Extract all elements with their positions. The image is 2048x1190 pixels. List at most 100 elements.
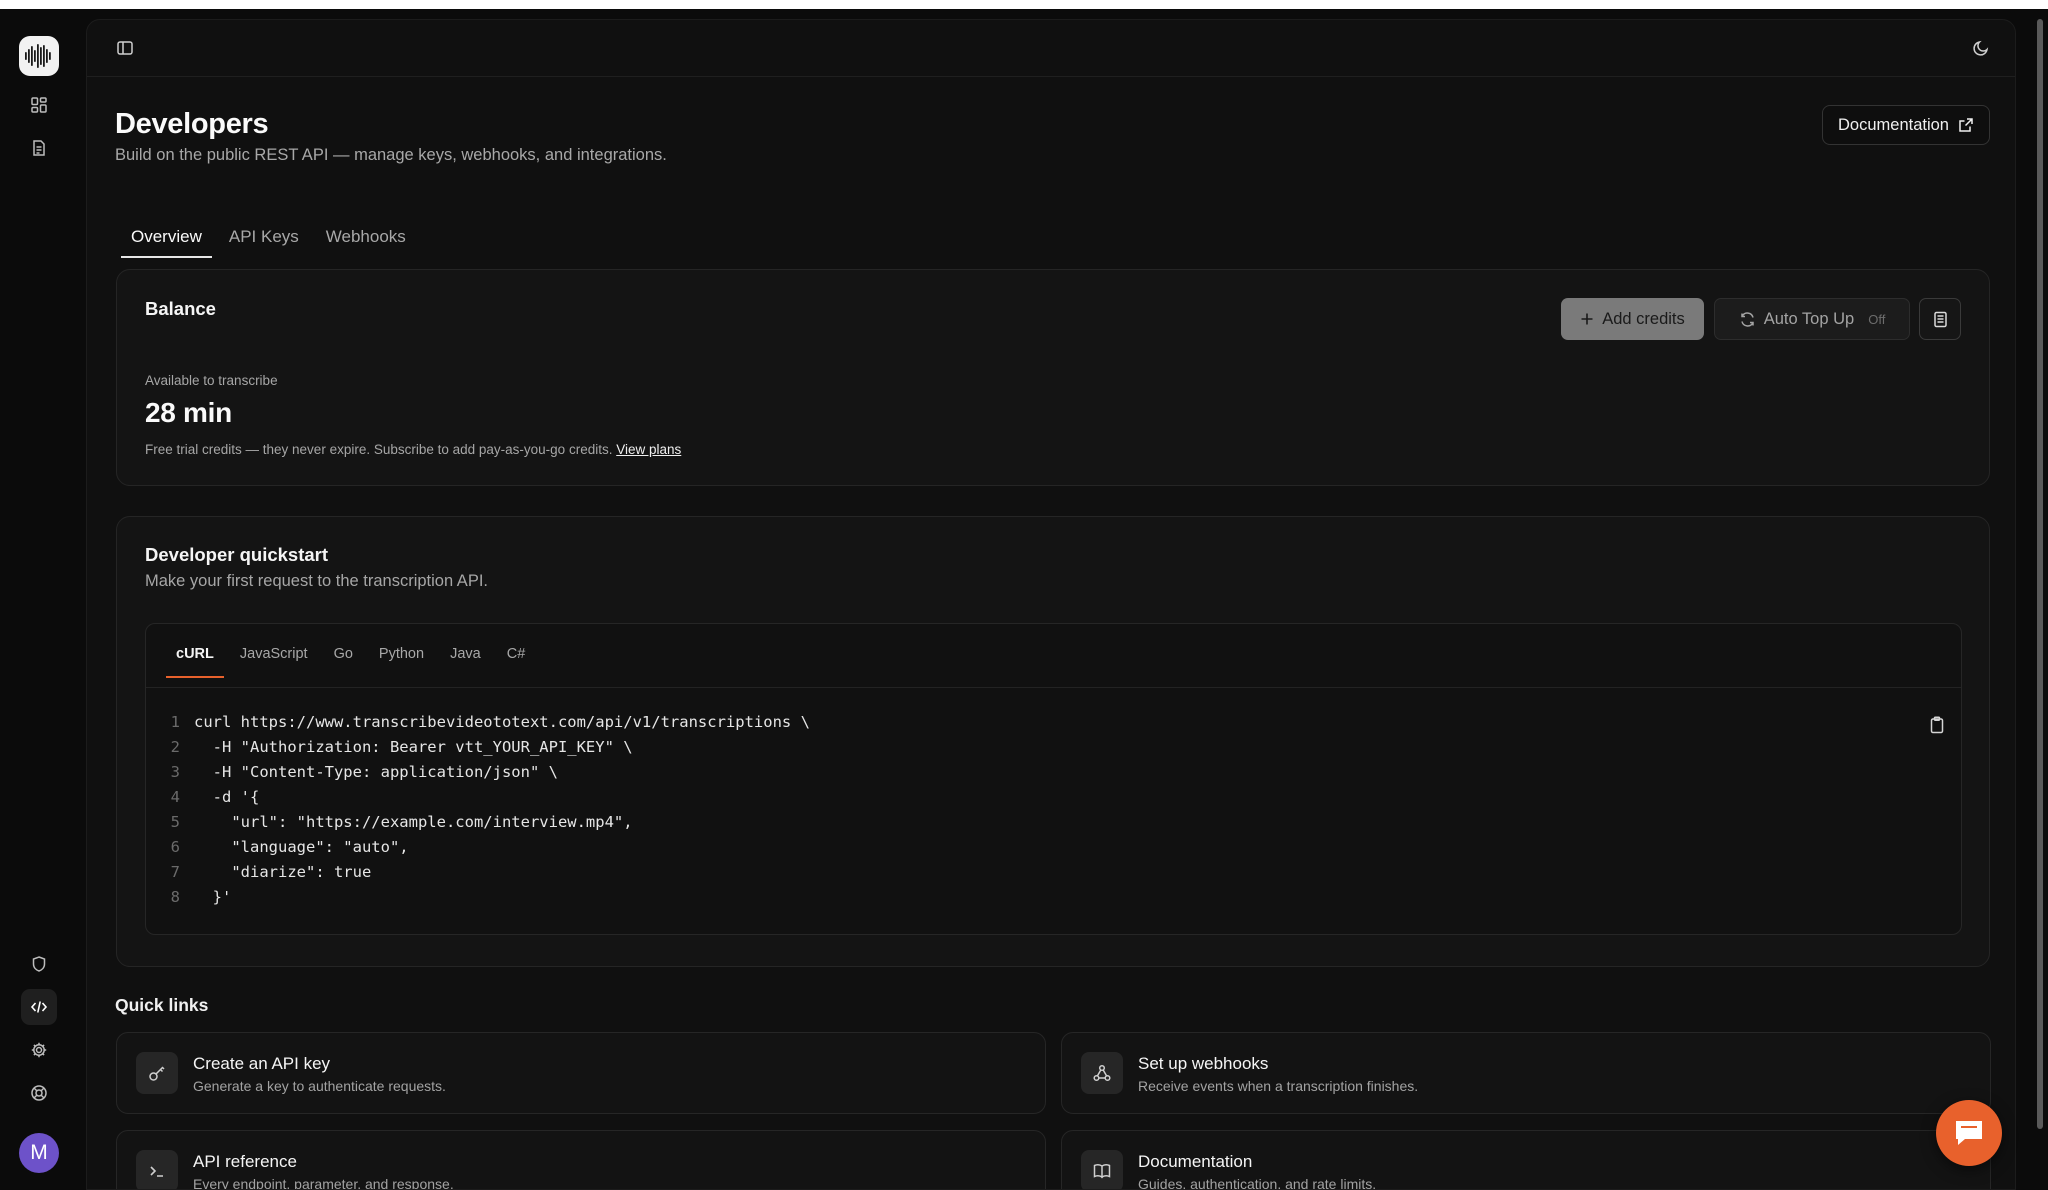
page-title: Developers: [115, 108, 269, 140]
gear-icon: [31, 1042, 47, 1058]
chat-support-button[interactable]: [1936, 1100, 2002, 1166]
code-line: 2 -H "Authorization: Bearer vtt_YOUR_API…: [146, 738, 1961, 763]
page-subtitle: Build on the public REST API — manage ke…: [115, 146, 667, 164]
quick-link-create-api-key[interactable]: Create an API key Generate a key to auth…: [116, 1032, 1046, 1114]
code-line: 4 -d '{: [146, 788, 1961, 813]
nav-support[interactable]: [21, 1075, 57, 1111]
code-text: "language": "auto",: [194, 838, 409, 856]
code-text: "url": "https://example.com/interview.mp…: [194, 813, 633, 831]
code-block: 1 curl https://www.transcribevideototext.…: [146, 713, 1961, 913]
quick-link-name: Create an API key: [193, 1054, 331, 1073]
avatar-initial: M: [30, 1141, 48, 1164]
nav-documents[interactable]: [21, 130, 57, 166]
quick-link-desc: Every endpoint, parameter, and response.: [193, 1176, 454, 1190]
code-text: }': [194, 888, 232, 906]
line-number: 6: [170, 838, 180, 856]
waveform-icon: [25, 44, 51, 68]
code-line: 8 }': [146, 888, 1961, 913]
nav-dashboard[interactable]: [21, 87, 57, 123]
nav-developers[interactable]: [21, 989, 57, 1025]
lifebuoy-icon: [31, 1085, 47, 1101]
document-icon: [33, 140, 45, 156]
balance-amount: 28 min: [145, 397, 232, 428]
terminal-icon: [136, 1150, 178, 1189]
webhook-icon: [1081, 1052, 1123, 1094]
code-tabs-divider: [146, 687, 1961, 688]
language-tab-javascript[interactable]: JavaScript: [230, 624, 318, 678]
app-logo[interactable]: [19, 36, 59, 76]
language-tab-curl[interactable]: cURL: [166, 624, 224, 678]
theme-toggle-button[interactable]: [1965, 32, 1997, 64]
quick-link-api-reference[interactable]: API reference Every endpoint, parameter,…: [116, 1130, 1046, 1190]
language-tab-java[interactable]: Java: [440, 624, 491, 678]
toggle-sidebar-button[interactable]: [109, 32, 141, 64]
key-icon: [136, 1052, 178, 1094]
documentation-button-label: Documentation: [1838, 115, 1949, 134]
code-text: -H "Content-Type: application/json" \: [194, 763, 558, 781]
documentation-button[interactable]: Documentation: [1822, 105, 1990, 145]
auto-top-up-state: Off: [1868, 311, 1886, 327]
language-tab-csharp[interactable]: C#: [497, 624, 536, 678]
quick-links-title: Quick links: [115, 995, 209, 1015]
sidebar-rail: M: [0, 9, 86, 1190]
code-line: 5 "url": "https://example.com/interview.…: [146, 813, 1961, 838]
code-text: -d '{: [194, 788, 260, 806]
line-number: 4: [170, 788, 180, 806]
code-line: 1 curl https://www.transcribevideototext.…: [146, 713, 1961, 738]
sidebar-toggle-icon: [117, 41, 133, 55]
code-line: 6 "language": "auto",: [146, 838, 1961, 863]
external-link-icon: [1959, 118, 1973, 132]
code-text: "diarize": true: [194, 863, 372, 881]
shield-icon: [32, 956, 46, 972]
nav-security[interactable]: [21, 946, 57, 982]
quickstart-card: Developer quickstart Make your first req…: [116, 516, 1990, 967]
receipt-icon: [1933, 311, 1947, 327]
code-line: 3 -H "Content-Type: application/json" \: [146, 763, 1961, 788]
quick-link-name: API reference: [193, 1152, 297, 1171]
chat-icon: [1956, 1121, 1982, 1145]
scrollbar-thumb[interactable]: [2037, 19, 2043, 1129]
tab-overview[interactable]: Overview: [121, 216, 212, 258]
dashboard-icon: [31, 97, 47, 113]
plus-icon: [1581, 313, 1593, 325]
quick-link-desc: Generate a key to authenticate requests.: [193, 1078, 446, 1094]
view-plans-link[interactable]: View plans: [616, 442, 681, 457]
balance-card: Balance Add credits Auto Top Up Off Avai…: [116, 269, 1990, 486]
top-bar: [87, 20, 2015, 77]
line-number: 5: [170, 813, 180, 831]
line-number: 1: [170, 713, 180, 731]
page-scrollbar[interactable]: [2034, 19, 2046, 1129]
line-number: 8: [170, 888, 180, 906]
quick-link-documentation[interactable]: Documentation Guides, authentication, an…: [1061, 1130, 1991, 1189]
language-tab-go[interactable]: Go: [324, 624, 363, 678]
window-top-strip: [0, 0, 2048, 9]
balance-note: Free trial credits — they never expire. …: [145, 442, 613, 457]
add-credits-label: Add credits: [1602, 309, 1685, 328]
quick-link-desc: Receive events when a transcription fini…: [1138, 1078, 1419, 1094]
code-line: 7 "diarize": true: [146, 863, 1961, 888]
balance-title: Balance: [145, 298, 216, 319]
quick-link-name: Documentation: [1138, 1152, 1253, 1171]
balance-note-row: Free trial credits — they never expire. …: [145, 442, 681, 457]
nav-settings[interactable]: [21, 1032, 57, 1068]
auto-top-up-button[interactable]: Auto Top Up Off: [1714, 298, 1910, 340]
language-tab-python[interactable]: Python: [369, 624, 434, 678]
quickstart-subtitle: Make your first request to the transcrip…: [145, 572, 488, 590]
quickstart-title: Developer quickstart: [145, 544, 329, 565]
line-number: 3: [170, 763, 180, 781]
tab-webhooks[interactable]: Webhooks: [316, 216, 416, 258]
billing-history-button[interactable]: [1919, 298, 1961, 340]
refresh-icon: [1740, 311, 1754, 327]
line-number: 7: [170, 863, 180, 881]
quick-link-name: Set up webhooks: [1138, 1054, 1269, 1073]
book-icon: [1081, 1150, 1123, 1189]
tab-api-keys[interactable]: API Keys: [219, 216, 309, 258]
code-icon: [30, 1001, 48, 1013]
add-credits-button[interactable]: Add credits: [1561, 298, 1704, 340]
auto-top-up-label: Auto Top Up: [1763, 309, 1855, 328]
user-avatar[interactable]: M: [19, 1133, 59, 1173]
line-number: 2: [170, 738, 180, 756]
moon-icon: [1973, 40, 1989, 56]
quick-link-webhooks[interactable]: Set up webhooks Receive events when a tr…: [1061, 1032, 1991, 1114]
main-panel: Developers Build on the public REST API …: [86, 19, 2016, 1190]
